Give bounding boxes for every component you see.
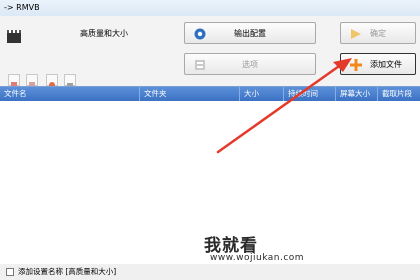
footer-bar: 添加设置名称 [高质量和大小] <box>0 264 420 280</box>
watermark-url: www.wojiukan.com <box>210 253 305 263</box>
add-setting-label: 添加设置名称 [高质量和大小] <box>18 267 117 276</box>
watermark: 我就看 www.wojiukan.com <box>204 231 304 263</box>
add-setting-checkbox[interactable] <box>6 268 14 276</box>
